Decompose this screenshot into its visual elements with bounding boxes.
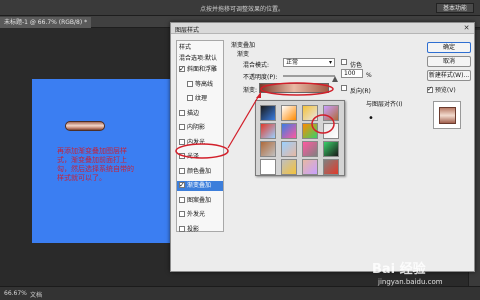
style-item[interactable]: 等高线 — [187, 80, 213, 90]
gradient-preset-swatch[interactable] — [323, 123, 339, 139]
style-item-label: 等高线 — [195, 80, 214, 88]
opacity-input[interactable]: 100 — [341, 69, 363, 78]
style-item-label: 渐变叠加 — [187, 182, 212, 189]
gradient-preset-swatch[interactable] — [323, 105, 339, 121]
angle-dial[interactable]: • — [368, 113, 374, 124]
preview-checkbox[interactable]: ✓ — [427, 85, 433, 93]
preview-toggle[interactable]: ✓ 预览(V) — [427, 85, 456, 94]
style-item-label: 图案叠加 — [187, 196, 212, 204]
style-item-checkbox[interactable] — [179, 153, 185, 159]
style-item-label: 纹理 — [195, 95, 208, 102]
align-label: 与图层对齐(I) — [366, 101, 403, 108]
style-item-label: 投影 — [187, 225, 200, 233]
opacity-slider-thumb[interactable] — [332, 76, 338, 82]
blend-mode-value: 正常 — [286, 59, 299, 66]
gradient-preset-swatch[interactable] — [260, 159, 276, 175]
style-item-checkbox[interactable] — [187, 95, 193, 101]
gradient-button-layer[interactable] — [65, 121, 105, 131]
style-item[interactable]: 光泽 — [179, 152, 199, 162]
style-item[interactable]: 内发光 — [179, 138, 205, 148]
ok-button[interactable]: 确定 — [427, 42, 471, 53]
watermark-url: jingyan.baidu.com — [378, 278, 443, 286]
gradient-swatch[interactable] — [259, 83, 329, 93]
style-item[interactable]: 图案叠加 — [179, 196, 211, 206]
gradient-label: 渐变: — [243, 87, 258, 94]
style-item[interactable]: 描边 — [179, 109, 199, 119]
style-item-label: 光泽 — [187, 153, 200, 160]
style-item-checkbox[interactable] — [179, 138, 185, 145]
zoom-level[interactable]: 66.67% — [4, 290, 27, 297]
document-tab[interactable]: 未标题-1 @ 66.7% (RGB/8) * — [0, 17, 92, 28]
gradient-preset-swatch[interactable] — [260, 141, 276, 157]
dialog-title: 图层样式 — [175, 27, 200, 34]
style-item[interactable]: 外发光 — [179, 210, 205, 220]
new-style-button[interactable]: 新建样式(W)... — [427, 70, 471, 81]
style-item[interactable]: 渐变叠加 — [177, 180, 223, 191]
subsection-title: 渐变 — [237, 51, 250, 58]
gradient-preset-swatch[interactable] — [302, 159, 318, 175]
gradient-preset-swatch[interactable] — [302, 105, 318, 121]
style-item[interactable]: 斜面和浮雕 — [179, 64, 218, 75]
gradient-preset-swatch[interactable] — [281, 159, 297, 175]
doc-info: 文档 — [30, 292, 43, 299]
style-item-label: 斜面和浮雕 — [187, 66, 218, 73]
chevron-down-icon: ▾ — [328, 59, 332, 66]
blend-mode-select[interactable]: 正常 ▾ — [283, 58, 335, 67]
gradient-preset-swatch[interactable] — [281, 141, 297, 157]
style-preview — [433, 101, 461, 129]
gradient-preset-swatch[interactable] — [281, 105, 297, 121]
dialog-titlebar[interactable]: 图层样式 ✕ — [171, 23, 474, 34]
watermark-logo: Bai 经验 — [372, 262, 426, 277]
style-item-checkbox[interactable] — [179, 225, 185, 232]
style-item-checkbox[interactable] — [179, 64, 185, 74]
style-item-checkbox[interactable] — [179, 196, 185, 203]
workspace-button[interactable]: 基本功能 — [435, 3, 474, 13]
style-item-label: 内发光 — [187, 138, 206, 146]
gradient-preset-swatch[interactable] — [323, 159, 339, 175]
options-hint-text: 点按并拖移可调整效果的位置。 — [200, 6, 285, 13]
styles-header[interactable]: 样式 — [179, 43, 191, 53]
gradient-preset-swatch[interactable] — [260, 105, 276, 121]
close-icon[interactable]: ✕ — [462, 24, 471, 32]
style-item-label: 内阴影 — [187, 124, 206, 131]
gradient-preset-swatch[interactable] — [260, 123, 276, 139]
style-item[interactable]: 颜色叠加 — [179, 167, 211, 177]
blend-options-item[interactable]: 混合选项:默认 — [179, 54, 217, 64]
style-item-label: 描边 — [187, 109, 200, 117]
top-options-bar: 点按并拖移可调整效果的位置。 基本功能 — [0, 0, 480, 16]
dither-checkbox[interactable] — [341, 59, 347, 65]
style-preview-thumbnail — [439, 107, 456, 124]
blend-mode-label: 混合模式: — [243, 62, 270, 69]
reverse-label: 反向(R) — [350, 88, 371, 95]
gradient-picker-popup — [255, 100, 345, 176]
preview-label: 预览(V) — [434, 87, 456, 94]
style-item-checkbox[interactable] — [179, 167, 185, 174]
style-item[interactable]: 纹理 — [187, 94, 207, 104]
section-title: 渐变叠加 — [231, 42, 256, 49]
opacity-slider[interactable] — [283, 75, 335, 77]
style-item-checkbox[interactable] — [179, 211, 185, 217]
gradient-preset-swatch[interactable] — [281, 123, 297, 139]
styles-list: 样式 混合选项:默认 斜面和浮雕等高线纹理描边内阴影内发光光泽颜色叠加渐变叠加图… — [176, 40, 224, 235]
layer-style-dialog: 图层样式 ✕ 样式 混合选项:默认 斜面和浮雕等高线纹理描边内阴影内发光光泽颜色… — [170, 22, 475, 272]
style-item-checkbox[interactable] — [179, 109, 185, 116]
cancel-button[interactable]: 取消 — [427, 56, 471, 67]
opacity-unit: % — [366, 72, 372, 79]
gradient-preset-swatch[interactable] — [323, 141, 339, 157]
style-item[interactable]: 内阴影 — [179, 123, 205, 133]
reverse-checkbox[interactable] — [341, 85, 347, 91]
style-item-checkbox[interactable] — [187, 80, 193, 87]
dither-label: 仿色 — [350, 62, 363, 69]
style-item-checkbox[interactable] — [179, 124, 185, 130]
gradient-preset-swatch[interactable] — [302, 123, 318, 139]
tutorial-note: 再添加渐变叠加图层样式，渐变叠加前面打上勾，然后选择系统自带的样式就可以了。 — [57, 147, 134, 182]
style-item[interactable]: 投影 — [179, 225, 199, 235]
style-item-label: 外发光 — [187, 211, 206, 218]
gradient-preset-swatch[interactable] — [302, 141, 318, 157]
style-item-label: 颜色叠加 — [187, 167, 212, 175]
opacity-label: 不透明度(P): — [243, 74, 278, 81]
status-bar: 66.67% 文档 — [0, 286, 480, 300]
style-item-checkbox[interactable] — [179, 180, 185, 190]
